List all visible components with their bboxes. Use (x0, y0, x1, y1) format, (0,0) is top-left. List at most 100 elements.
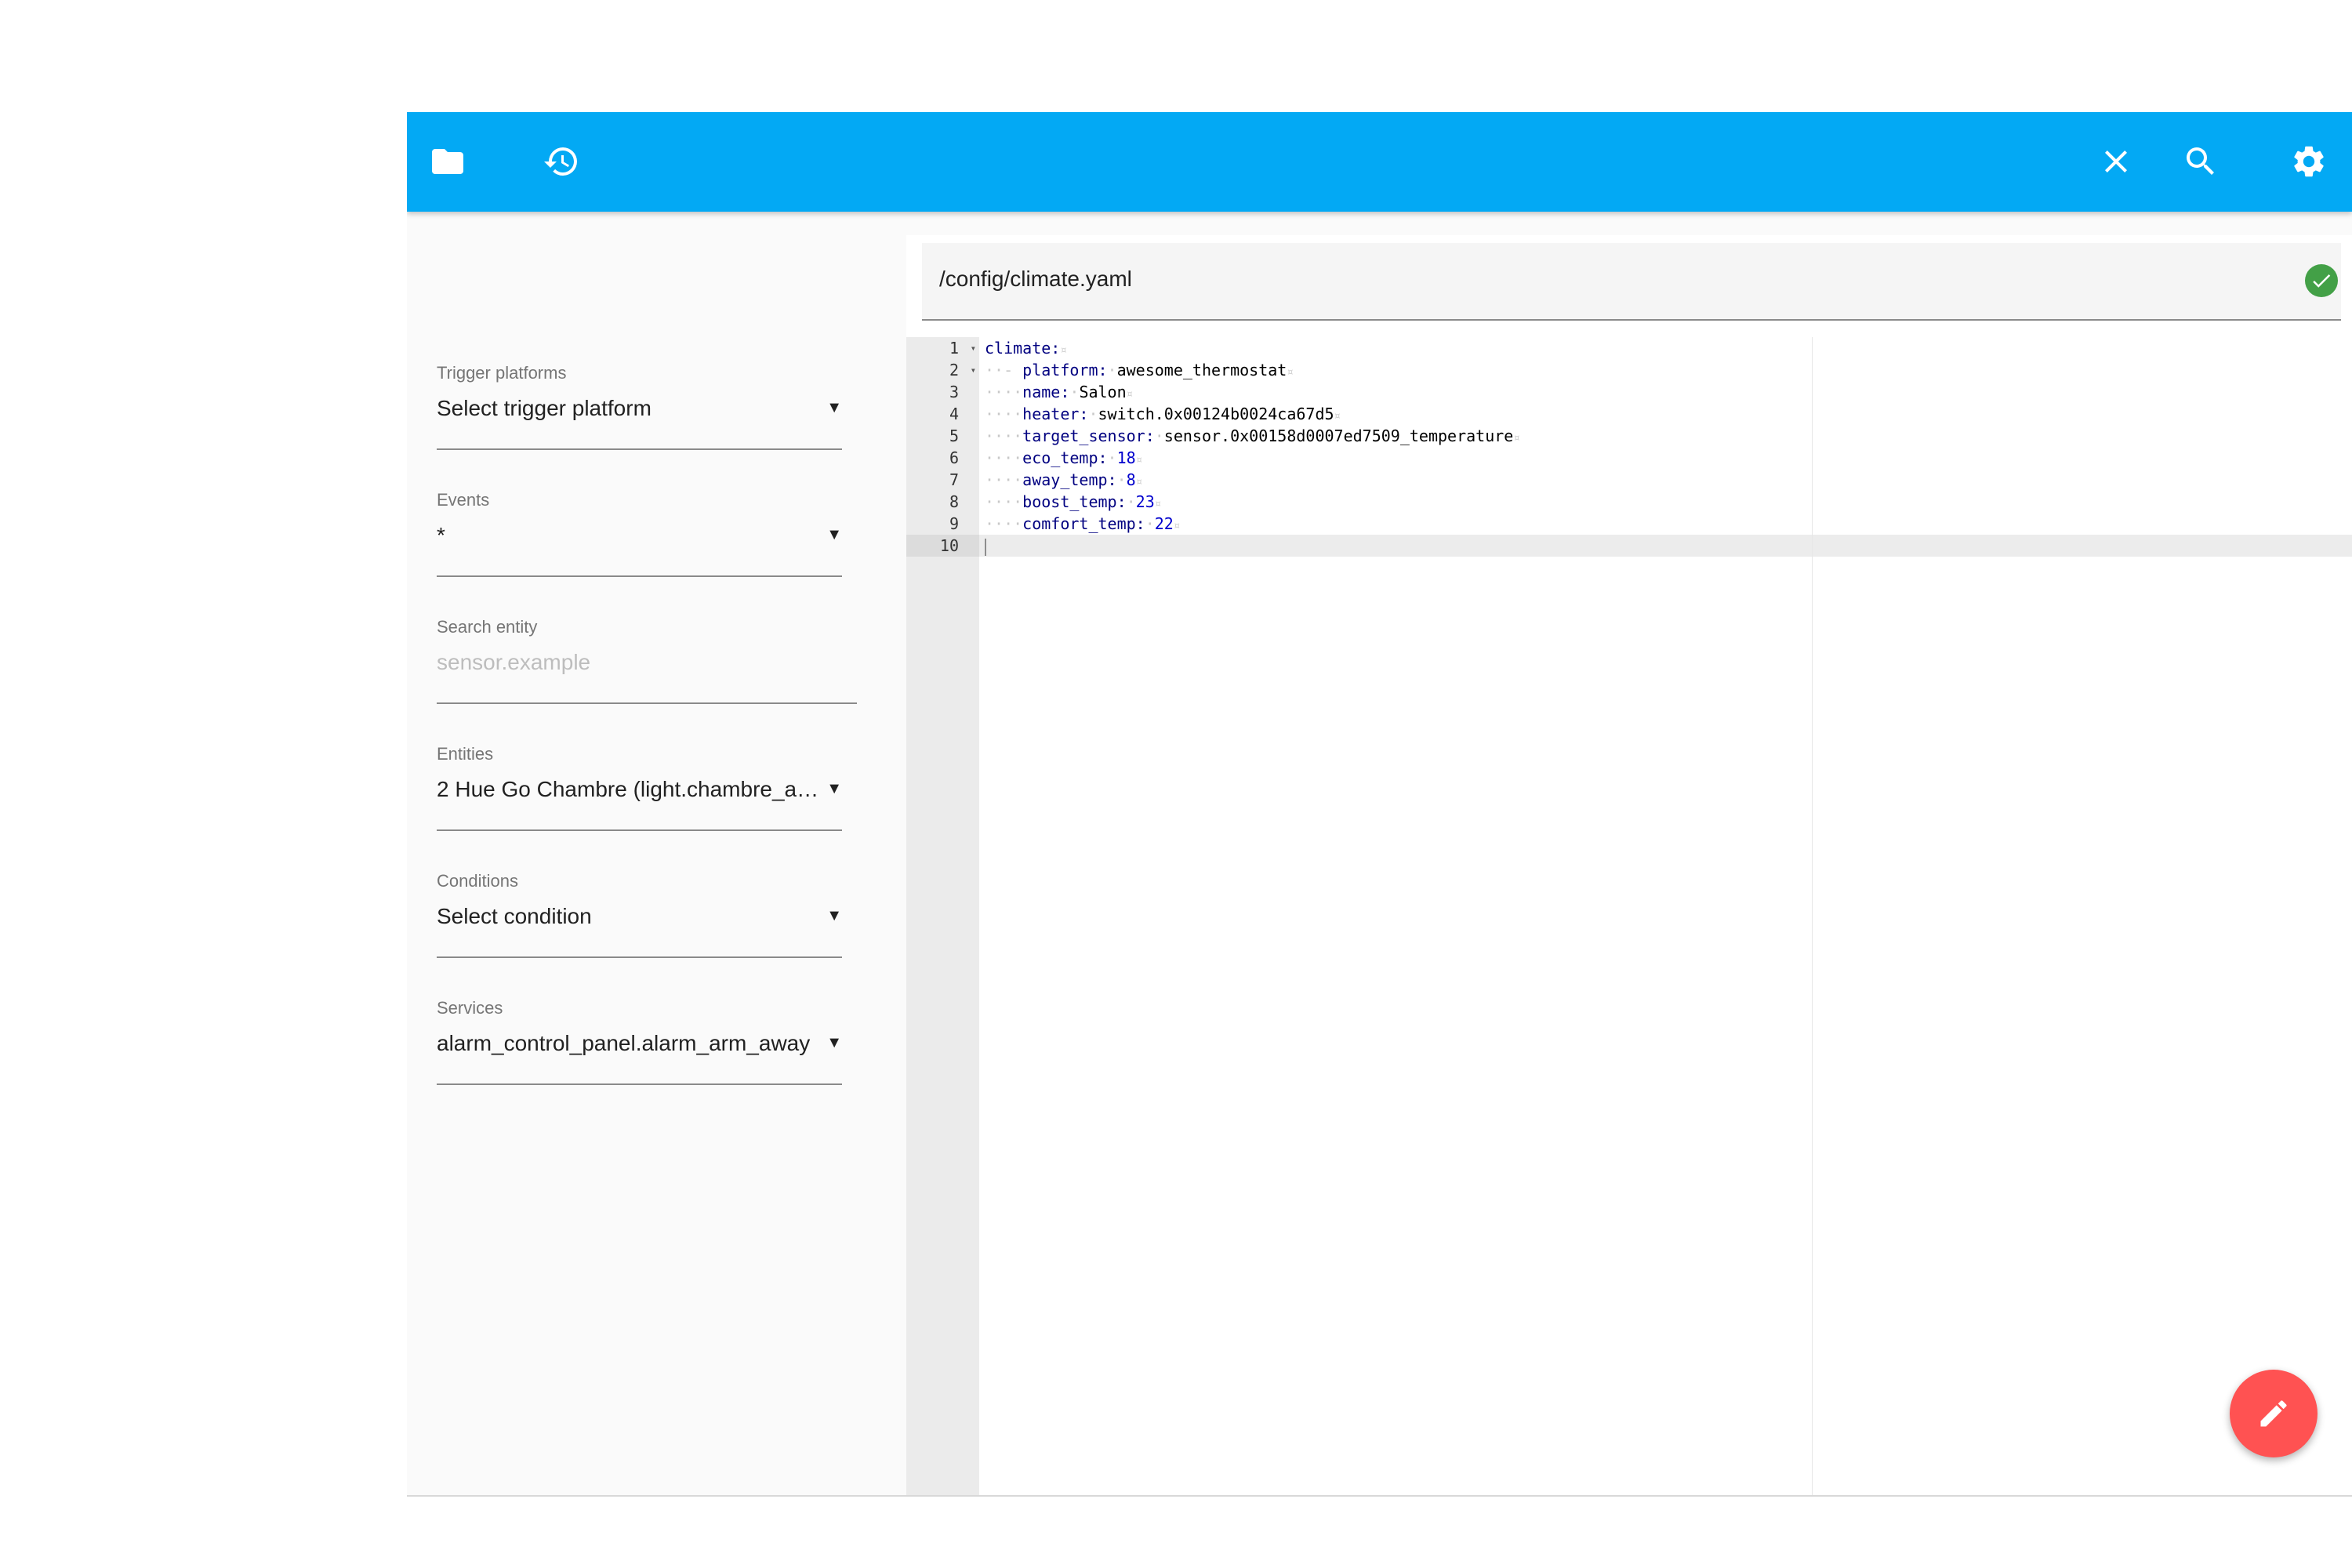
line-number: 2 ▾ (949, 359, 976, 381)
end-of-line-marker: ¤ (1126, 388, 1134, 401)
history-icon (544, 147, 577, 176)
text-cursor (985, 538, 986, 556)
yaml-value: 22 (1154, 514, 1174, 533)
search-button[interactable] (2175, 136, 2227, 187)
events-label: Events (437, 490, 490, 510)
end-of-line-marker: ¤ (1513, 432, 1520, 445)
indent-guide: ···· (985, 492, 1023, 511)
history-button[interactable] (535, 136, 587, 187)
services-label: Services (437, 998, 503, 1018)
code-line: ····target_sensor:·sensor.0x00158d0007ed… (985, 426, 1520, 445)
line-number: 7 (949, 470, 959, 489)
code-line (985, 535, 1520, 557)
field-underline (437, 956, 842, 958)
end-of-line-marker: ¤ (1334, 410, 1341, 423)
yaml-value: sensor.0x00158d0007ed7509_temperature (1163, 426, 1514, 445)
code-line: ····heater:·switch.0x00124b0024ca67d5¤ (985, 405, 1341, 423)
indent-guide: ··- (985, 361, 1023, 379)
dropdown-arrow-icon: ▼ (826, 907, 842, 924)
line-number: 10 (906, 535, 979, 557)
field-underline (437, 1083, 842, 1085)
services-value: alarm_control_panel.alarm_arm_away (437, 1031, 811, 1055)
indent-guide: ···· (985, 448, 1023, 467)
pencil-icon (2260, 1400, 2287, 1427)
editor-card: /config/climate.yaml 1 ▾ 2 ▾ 3 4 5 6 7 8 9 10 clima… (906, 235, 2352, 1495)
field-underline (437, 575, 842, 577)
indent-guide: ···· (985, 470, 1023, 489)
code-line: ····name:·Salon¤ (985, 383, 1134, 401)
yaml-key: climate: (985, 339, 1061, 358)
search-entity-label: Search entity (437, 617, 538, 637)
end-of-line-marker: ¤ (1287, 366, 1294, 379)
yaml-key: away_temp: (1022, 470, 1117, 489)
print-margin (1812, 337, 1813, 1495)
folder-button[interactable] (422, 136, 474, 187)
line-number-gutter: 1 ▾ 2 ▾ 3 4 5 6 7 8 9 10 (906, 337, 979, 1495)
search-entity-input[interactable]: sensor.example (437, 650, 821, 675)
line-number: 6 (949, 448, 959, 467)
field-underline (437, 702, 857, 704)
events-value: * (437, 523, 445, 547)
end-of-line-marker: ¤ (1135, 476, 1143, 488)
dropdown-arrow-icon: ▼ (826, 399, 842, 416)
code-line: ··- platform:·awesome_thermostat¤ (985, 361, 1294, 379)
settings-icon (2294, 146, 2324, 177)
settings-button[interactable] (2283, 136, 2335, 187)
code-line: ····comfort_temp:·22¤ (985, 514, 1181, 533)
yaml-key: boost_temp: (1022, 492, 1127, 511)
dropdown-arrow-icon: ▼ (826, 1034, 842, 1051)
field-underline (437, 829, 842, 831)
close-button[interactable] (2090, 136, 2142, 187)
entities-value: 2 Hue Go Chambre (light.chambre_a… (437, 777, 819, 801)
end-of-line-marker: ¤ (1060, 344, 1067, 357)
edit-button[interactable] (2230, 1370, 2318, 1457)
trigger-platform-value: Select trigger platform (437, 396, 652, 420)
yaml-key: heater: (1022, 405, 1089, 423)
yaml-value: switch.0x00124b0024ca67d5 (1098, 405, 1334, 423)
indent-guide: ···· (985, 405, 1023, 423)
yaml-key: eco_temp: (1022, 448, 1108, 467)
yaml-value: awesome_thermostat (1116, 361, 1287, 379)
line-number: 3 (949, 383, 959, 401)
top-toolbar (407, 112, 2352, 212)
dropdown-arrow-icon: ▼ (826, 780, 842, 797)
yaml-key: target_sensor: (1022, 426, 1155, 445)
yaml-value: 18 (1116, 448, 1136, 467)
app-window: Trigger platforms Select trigger platfor… (407, 112, 2352, 1497)
trigger-platform-label: Trigger platforms (437, 363, 567, 383)
field-underline (437, 448, 842, 450)
fold-arrow-icon[interactable]: ▾ (971, 359, 976, 381)
indent-guide: ···· (985, 383, 1023, 401)
line-number: 8 (949, 492, 959, 511)
folder-icon (432, 149, 463, 174)
line-number: 5 (949, 426, 959, 445)
yaml-key: name: (1022, 383, 1070, 401)
file-path: /config/climate.yaml (939, 267, 1132, 291)
indent-guide: ···· (985, 426, 1023, 445)
entities-label: Entities (437, 744, 494, 764)
conditions-label: Conditions (437, 871, 518, 891)
code-line: ····eco_temp:·18¤ (985, 448, 1143, 467)
yaml-key: comfort_temp: (1022, 514, 1145, 533)
line-number: 9 (949, 514, 959, 533)
yaml-value: Salon (1079, 383, 1127, 401)
yaml-key: platform: (1022, 361, 1108, 379)
yaml-value: 8 (1126, 470, 1136, 489)
yaml-value: 23 (1135, 492, 1155, 511)
code-line: ····boost_temp:·23¤ (985, 492, 1162, 511)
code-line: climate:¤ (985, 337, 1520, 359)
indent-guide: ···· (985, 514, 1023, 533)
code-editor[interactable]: 1 ▾ 2 ▾ 3 4 5 6 7 8 9 10 climate:¤ ··- platform:·awe… (906, 337, 2352, 1495)
fold-arrow-icon[interactable]: ▾ (971, 337, 976, 359)
code-line: ····away_temp:·8¤ (985, 470, 1143, 489)
line-number: 4 (949, 405, 959, 423)
line-number: 1 ▾ (949, 337, 976, 359)
code-content[interactable]: climate:¤ ··- platform:·awesome_thermosta… (985, 337, 1520, 557)
search-icon (2187, 147, 2214, 175)
check-circle-icon (2305, 264, 2338, 297)
conditions-value: Select condition (437, 904, 592, 928)
end-of-line-marker: ¤ (1173, 520, 1181, 532)
file-header: /config/climate.yaml (922, 243, 2341, 321)
end-of-line-marker: ¤ (1154, 498, 1162, 510)
end-of-line-marker: ¤ (1135, 454, 1143, 466)
